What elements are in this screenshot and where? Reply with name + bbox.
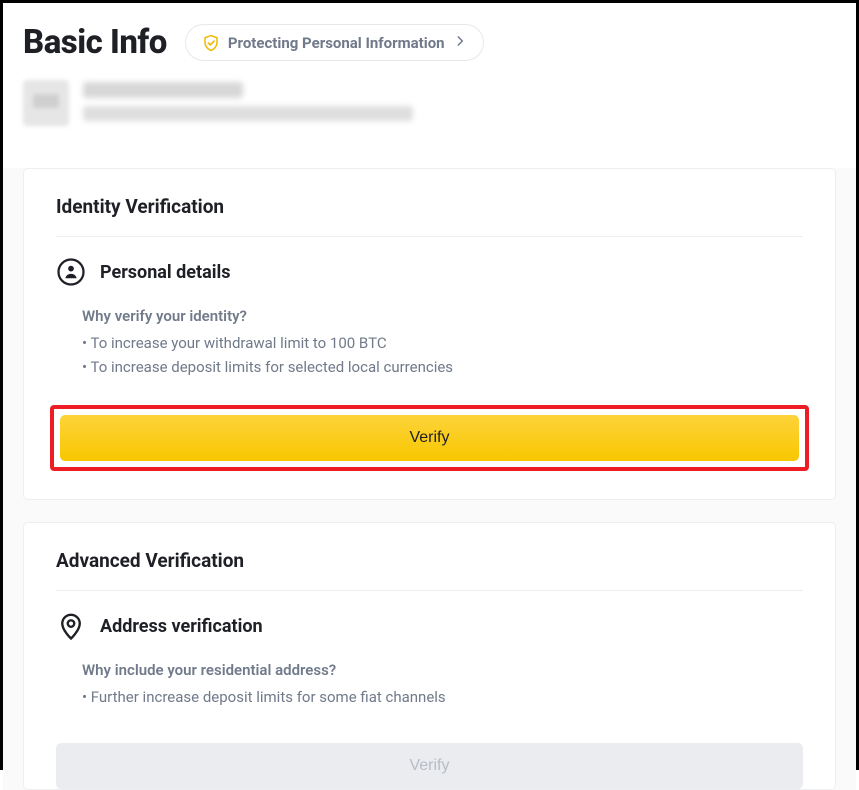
verify-address-button[interactable]: Verify xyxy=(56,743,803,789)
page-title: Basic Info xyxy=(23,23,167,62)
protect-info-pill[interactable]: Protecting Personal Information xyxy=(185,24,484,61)
advanced-question: Why include your residential address? xyxy=(82,661,803,679)
identity-card-title: Identity Verification xyxy=(56,195,803,237)
identity-bullet: • To increase your withdrawal limit to 1… xyxy=(82,331,803,355)
person-icon xyxy=(56,257,86,287)
personal-details-label: Personal details xyxy=(100,262,231,283)
chevron-right-icon xyxy=(453,33,467,52)
identity-bullet: • To increase deposit limits for selecte… xyxy=(82,355,803,379)
user-info-redacted xyxy=(83,82,413,121)
protect-info-label: Protecting Personal Information xyxy=(228,34,445,52)
verify-highlight-box: Verify xyxy=(50,405,809,471)
identity-question: Why verify your identity? xyxy=(82,307,803,325)
advanced-verification-card: Advanced Verification Address verificati… xyxy=(23,522,836,790)
verify-identity-button[interactable]: Verify xyxy=(60,415,799,461)
location-pin-icon xyxy=(56,611,86,641)
advanced-card-title: Advanced Verification xyxy=(56,549,803,591)
advanced-bullet: • Further increase deposit limits for so… xyxy=(82,685,803,709)
identity-verification-card: Identity Verification Personal details W… xyxy=(23,168,836,500)
shield-check-icon xyxy=(202,34,220,52)
address-verification-label: Address verification xyxy=(100,616,263,637)
avatar xyxy=(23,80,69,126)
